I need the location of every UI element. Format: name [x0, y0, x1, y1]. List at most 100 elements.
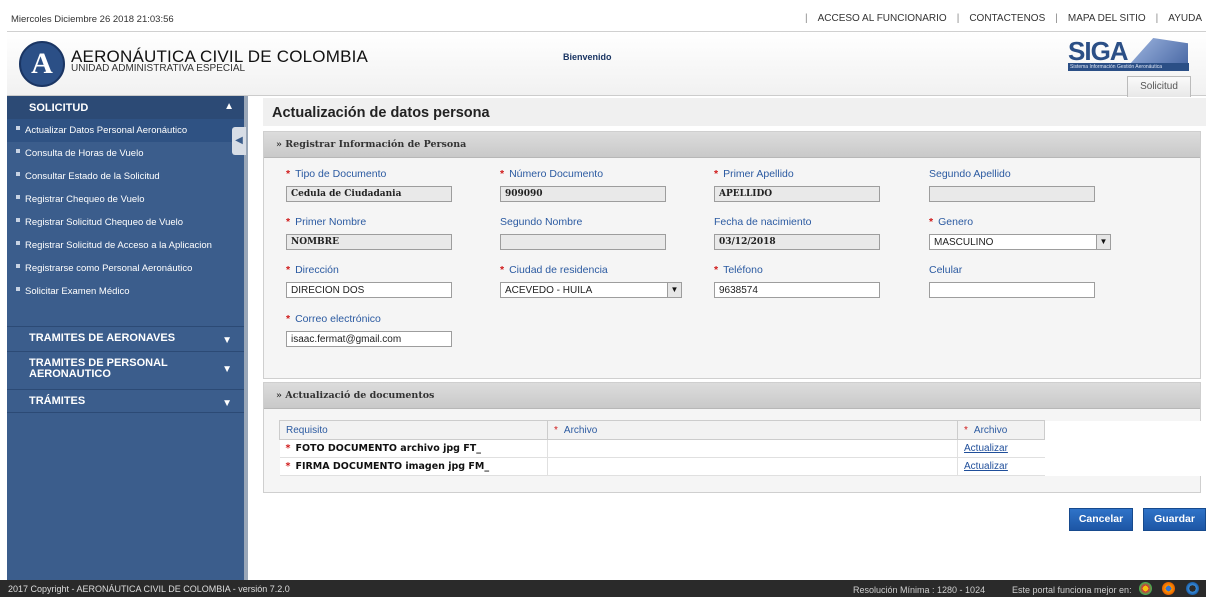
sidebar-item-label: Solicitar Examen Médico [25, 286, 130, 297]
bullet-icon [16, 172, 20, 176]
welcome-text: Bienvenido [563, 52, 612, 62]
sidebar-item-examen-medico[interactable]: Solicitar Examen Médico [7, 280, 244, 303]
panel-documentos: » Actualizació de documentos Requisito *… [263, 382, 1203, 493]
chevron-down-icon: ▼ [222, 364, 232, 375]
segundo-nombre-input[interactable] [500, 234, 666, 250]
chevron-up-icon: ▲ [224, 101, 234, 112]
field-label: Genero [938, 216, 974, 228]
sidebar-collapse-toggle[interactable]: ◀ [232, 127, 246, 155]
best-viewed-text: Este portal funciona mejor en: [1012, 585, 1132, 595]
panel-title: Actualizació de documentos [285, 390, 435, 401]
sidebar-item-label: Consulta de Horas de Vuelo [25, 148, 144, 159]
sidebar-item-consultar-estado[interactable]: Consultar Estado de la Solicitud [7, 165, 244, 188]
save-button[interactable]: Guardar [1143, 508, 1206, 531]
required-marker: * [286, 264, 291, 276]
bullet-icon [16, 241, 20, 245]
siga-logo: SIGA Sistema Información Gestión Aeronáu… [1068, 36, 1189, 72]
chevron-left-icon: ◀ [235, 135, 243, 146]
actualizar-link[interactable]: Actualizar [964, 461, 1008, 472]
required-marker: * [714, 264, 719, 276]
field-primer-apellido: * Primer Apellido APELLIDO [714, 168, 880, 202]
link-acceso-funcionario[interactable]: ACCESO AL FUNCIONARIO [818, 13, 947, 24]
link-contactenos[interactable]: CONTACTENOS [969, 13, 1045, 24]
ie-icon [1186, 582, 1199, 595]
field-correo: * Correo electrónico isaac.fermat@gmail.c… [286, 313, 452, 347]
numero-documento-input[interactable]: 909090 [500, 186, 666, 202]
ciudad-select[interactable]: ACEVEDO - HUILA ▼ [500, 282, 682, 298]
sidebar-item-solicitud-acceso[interactable]: Registrar Solicitud de Acceso a la Aplic… [7, 234, 244, 257]
sidebar-item-registrar-chequeo[interactable]: Registrar Chequeo de Vuelo [7, 188, 244, 211]
sidebar-item-registrarse[interactable]: Registrarse como Personal Aeronáutico [7, 257, 244, 280]
sidebar-item-consulta-horas[interactable]: Consulta de Horas de Vuelo [7, 142, 244, 165]
required-marker: * [500, 264, 505, 276]
sidebar-group-aeronaves[interactable]: TRAMITES DE AERONAVES ▼ [7, 326, 244, 351]
dropdown-arrow-icon[interactable]: ▼ [667, 282, 682, 298]
required-marker: * [554, 424, 558, 436]
documents-table: Requisito * Archivo * Archivo * FOTO DOCUME… [279, 420, 1203, 476]
required-marker: * [714, 168, 719, 180]
field-numero-documento: * Número Documento 909090 [500, 168, 666, 202]
correo-input[interactable]: isaac.fermat@gmail.com [286, 331, 452, 347]
tipo-documento-input[interactable]: Cedula de Ciudadania [286, 186, 452, 202]
sidebar-item-label: Registrar Chequeo de Vuelo [25, 194, 145, 205]
sidebar-group-label: TRAMITES DE AERONAVES [29, 332, 176, 344]
top-nav: | ACCESO AL FUNCIONARIO | CONTACTENOS | … [804, 13, 1202, 24]
bullet-icon [16, 218, 20, 222]
requisito-cell: FIRMA DOCUMENTO imagen jpg FM_ [295, 461, 490, 472]
genero-select[interactable]: MASCULINO ▼ [929, 234, 1111, 250]
primer-nombre-input[interactable]: NOMBRE [286, 234, 452, 250]
collapse-chevron-icon: » [276, 139, 282, 150]
bullet-icon [16, 195, 20, 199]
panel-title: Registrar Información de Persona [285, 139, 467, 150]
aerocivil-logo-icon: A [19, 41, 65, 87]
sidebar-item-label: Actualizar Datos Personal Aeronáutico [25, 125, 188, 136]
requisito-cell: FOTO DOCUMENTO archivo jpg FT_ [295, 443, 481, 454]
footer: 2017 Copyright - AERONÁUTICA CIVIL DE CO… [0, 580, 1206, 597]
bullet-icon [16, 287, 20, 291]
required-marker: * [286, 168, 291, 180]
link-ayuda[interactable]: AYUDA [1168, 13, 1202, 24]
cancel-button[interactable]: Cancelar [1069, 508, 1133, 531]
page-title: Actualización de datos persona [263, 98, 1206, 126]
panel-header[interactable]: » Actualizació de documentos [264, 383, 1200, 409]
sidebar: SOLICITUD ▲ Actualizar Datos Personal Ae… [7, 96, 248, 580]
primer-apellido-input[interactable]: APELLIDO [714, 186, 880, 202]
fecha-nacimiento-input[interactable]: 03/12/2018 [714, 234, 880, 250]
celular-input[interactable] [929, 282, 1095, 298]
panel-header[interactable]: » Registrar Información de Persona [264, 132, 1200, 158]
sidebar-item-actualizar-datos[interactable]: Actualizar Datos Personal Aeronáutico [7, 119, 244, 142]
actualizar-link[interactable]: Actualizar [964, 443, 1008, 454]
siga-wing-icon [1130, 38, 1188, 64]
copyright-text: 2017 Copyright - AERONÁUTICA CIVIL DE CO… [8, 584, 290, 594]
sidebar-item-label: Registrar Solicitud Chequeo de Vuelo [25, 217, 184, 228]
genero-selected-value: MASCULINO [934, 237, 994, 248]
bullet-icon [16, 126, 20, 130]
direccion-input[interactable]: DIRECION DOS [286, 282, 452, 298]
top-bar: Miercoles Diciembre 26 2018 21:03:56 | A… [7, 8, 1206, 32]
field-label: Primer Nombre [295, 216, 367, 228]
field-label: Celular [929, 264, 963, 276]
field-label: Primer Apellido [723, 168, 794, 180]
required-marker: * [964, 424, 968, 436]
tab-solicitud[interactable]: Solicitud [1127, 76, 1191, 97]
field-genero: * Genero MASCULINO ▼ [929, 216, 1111, 250]
field-telefono: * Teléfono 9638574 [714, 264, 880, 298]
field-label: Ciudad de residencia [509, 264, 608, 276]
sidebar-item-solicitud-chequeo[interactable]: Registrar Solicitud Chequeo de Vuelo [7, 211, 244, 234]
telefono-input[interactable]: 9638574 [714, 282, 880, 298]
sidebar-section-solicitud[interactable]: SOLICITUD ▲ [7, 96, 244, 119]
required-marker: * [286, 216, 291, 228]
field-label: Fecha de nacimiento [714, 216, 812, 228]
resolution-text: Resolución Mínima : 1280 - 1024 [853, 585, 986, 595]
segundo-apellido-input[interactable] [929, 186, 1095, 202]
sidebar-section-title: SOLICITUD [29, 102, 89, 114]
link-mapa-sitio[interactable]: MAPA DEL SITIO [1068, 13, 1146, 24]
sidebar-item-label: Consultar Estado de la Solicitud [25, 171, 160, 182]
bullet-icon [16, 149, 20, 153]
collapse-chevron-icon: » [276, 390, 282, 401]
required-marker: * [286, 313, 291, 325]
chevron-down-icon: ▼ [222, 398, 232, 409]
sidebar-group-personal[interactable]: TRAMITES DE PERSONAL AERONAUTICO ▼ [7, 351, 244, 389]
dropdown-arrow-icon[interactable]: ▼ [1096, 234, 1111, 250]
sidebar-group-tramites[interactable]: TRÁMITES ▼ [7, 389, 244, 413]
